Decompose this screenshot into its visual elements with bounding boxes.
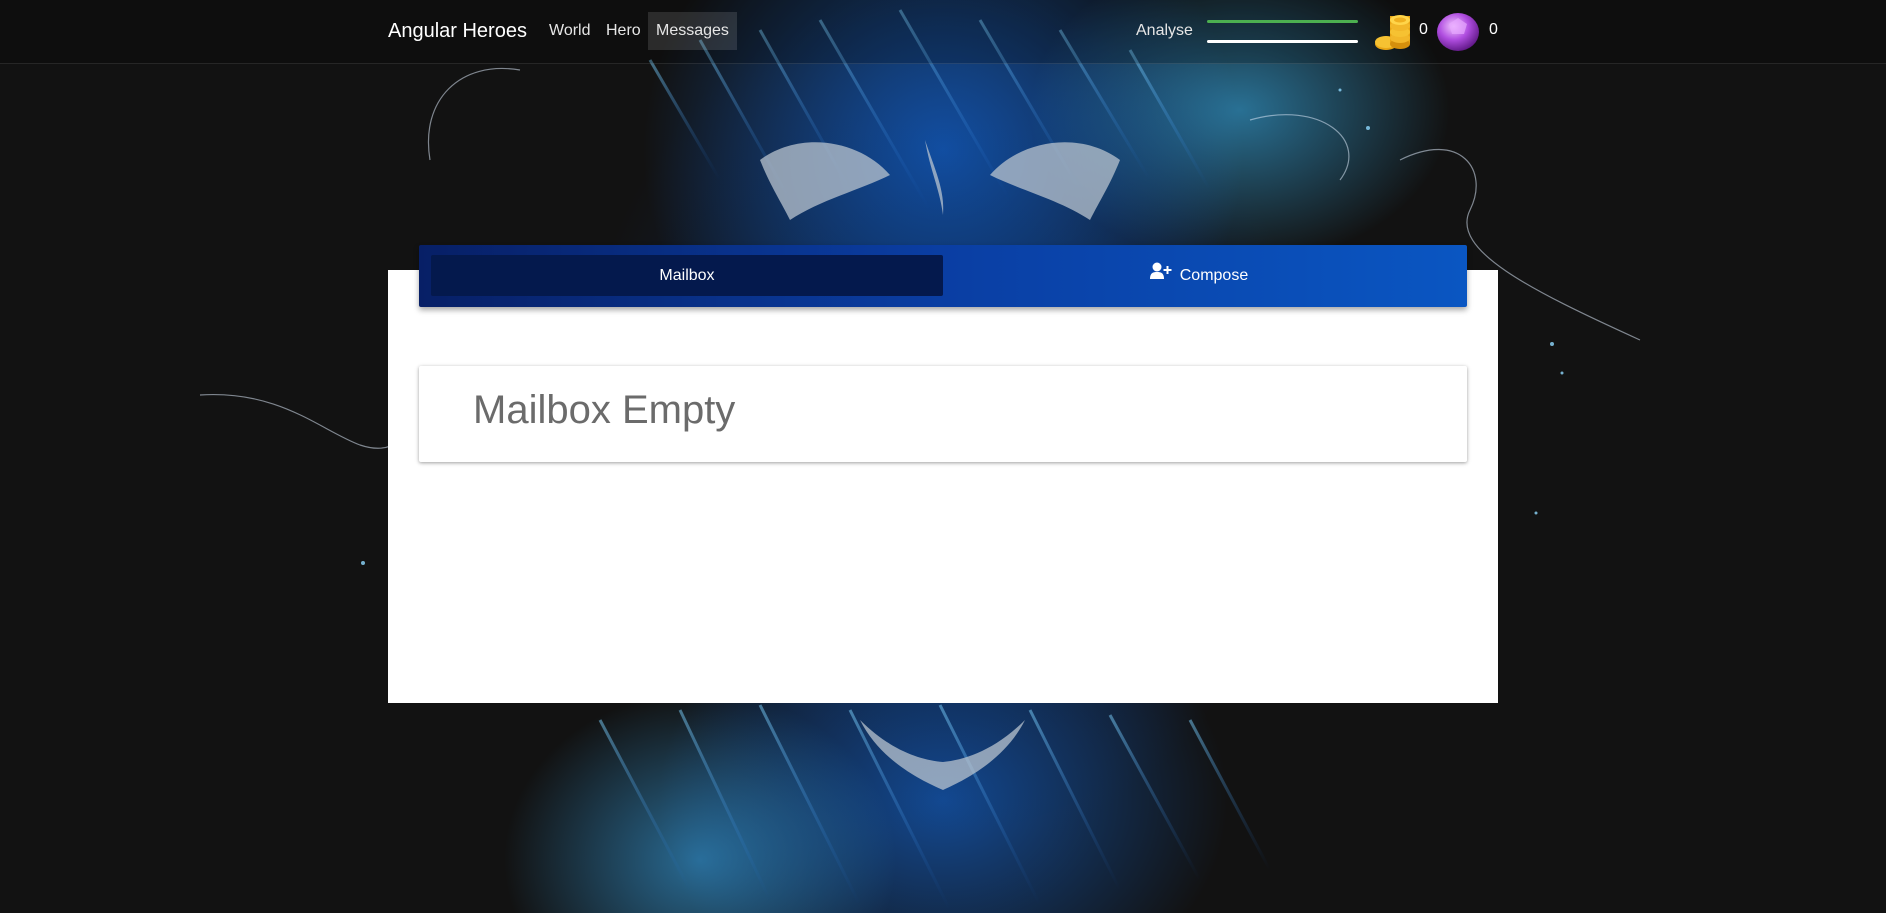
health-bar-fill (1207, 20, 1358, 23)
tab-mailbox[interactable]: Mailbox (431, 255, 943, 296)
messages-panel (388, 270, 1498, 703)
tab-mailbox-label: Mailbox (659, 267, 715, 284)
mailbox-empty-title: Mailbox Empty (473, 388, 736, 432)
tab-compose-label: Compose (1179, 267, 1249, 284)
coin-stack-icon (1372, 10, 1416, 59)
top-navbar: Angular Heroes World Hero Messages Analy… (0, 0, 1886, 64)
coins-count: 0 (1419, 21, 1428, 38)
nav-analyse[interactable]: Analyse (1128, 12, 1201, 50)
purple-gem-icon (1435, 10, 1481, 59)
messages-tab-bar: Mailbox Compose (419, 245, 1467, 307)
brand-link[interactable]: Angular Heroes (388, 20, 527, 43)
experience-bar-fill (1207, 40, 1358, 43)
experience-bar (1207, 40, 1358, 43)
nav-messages[interactable]: Messages (648, 12, 737, 50)
health-bar (1207, 20, 1358, 23)
tab-compose[interactable]: Compose (943, 255, 1455, 296)
mailbox-empty-card: Mailbox Empty (419, 366, 1467, 462)
nav-hero[interactable]: Hero (598, 12, 649, 50)
user-plus-icon (1149, 255, 1172, 296)
gems-count: 0 (1489, 21, 1498, 38)
nav-world[interactable]: World (541, 12, 599, 50)
